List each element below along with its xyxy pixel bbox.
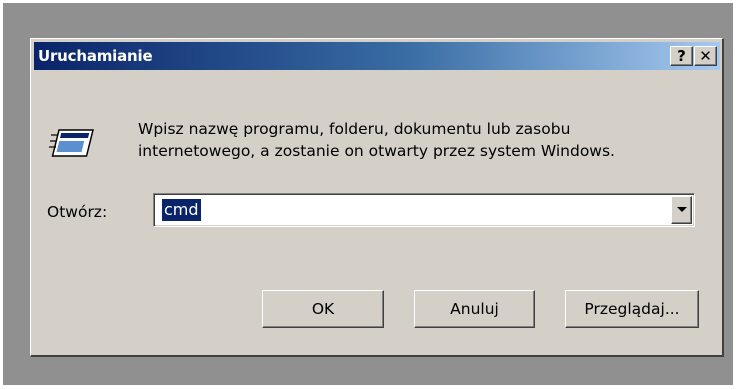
open-input[interactable]: cmd — [162, 199, 201, 221]
description-line-1: Wpisz nazwę programu, folderu, dokumentu… — [138, 120, 571, 138]
open-label: Otwórz: — [47, 203, 108, 221]
cancel-button[interactable]: Anuluj — [414, 290, 535, 328]
run-dialog: Uruchamianie ? ✕ Wpisz nazwę programu, f… — [30, 38, 724, 357]
close-button[interactable]: ✕ — [694, 46, 717, 66]
description-text: Wpisz nazwę programu, folderu, dokumentu… — [138, 118, 615, 162]
chevron-down-icon — [677, 207, 687, 212]
description-line-2: internetowego, a zostanie on otwarty prz… — [138, 142, 615, 160]
dropdown-button[interactable] — [671, 196, 692, 224]
run-icon — [49, 129, 94, 157]
window-title: Uruchamianie — [38, 47, 153, 65]
title-bar[interactable]: Uruchamianie ? ✕ — [34, 42, 720, 70]
ok-button[interactable]: OK — [262, 290, 384, 328]
help-button[interactable]: ? — [670, 46, 693, 66]
browse-button[interactable]: Przeglądaj... — [565, 290, 699, 328]
open-combobox[interactable]: cmd — [153, 193, 695, 227]
